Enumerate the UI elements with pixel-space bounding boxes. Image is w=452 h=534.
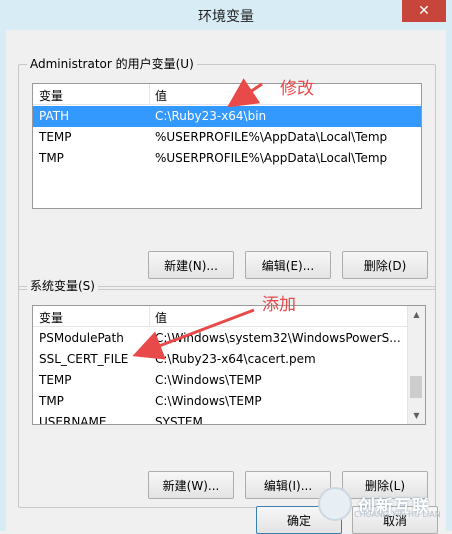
- modify-arrow: [227, 78, 263, 108]
- annotation-arrows: [132, 78, 263, 360]
- watermark-subtext: CHUANG XIN HU LIAN: [354, 510, 441, 519]
- add-arrow: [132, 308, 255, 360]
- watermark-logo-icon: [318, 487, 352, 521]
- watermark: 创新互联 CHUANG XIN HU LIAN: [318, 484, 448, 524]
